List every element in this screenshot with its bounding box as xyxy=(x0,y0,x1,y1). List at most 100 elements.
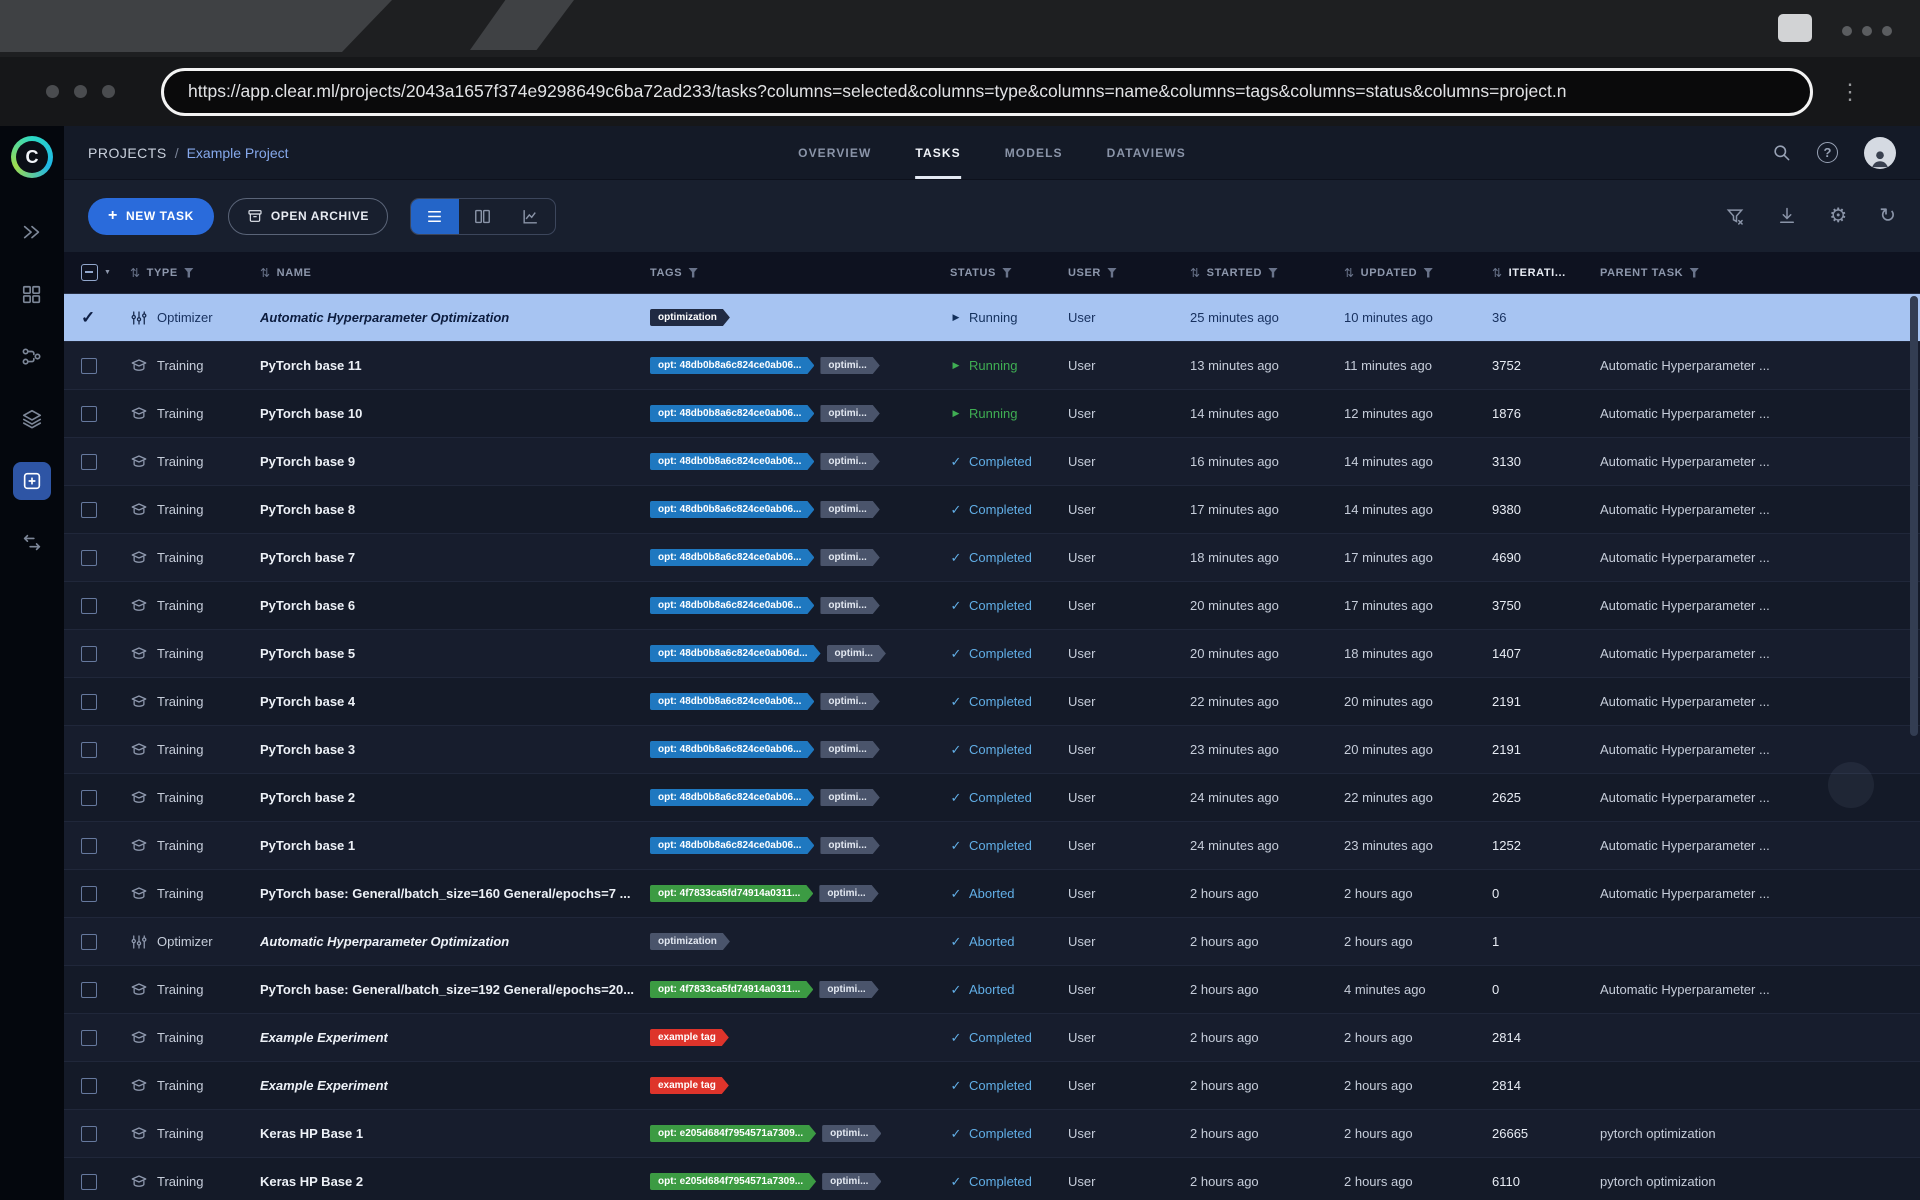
row-checkbox[interactable] xyxy=(81,790,97,806)
task-name-cell[interactable]: Automatic Hyperparameter Optimization xyxy=(260,934,650,949)
scrollbar-thumb[interactable] xyxy=(1910,296,1918,736)
table-row[interactable]: ✓ Training Example Experiment example ta… xyxy=(64,1014,1920,1062)
task-name[interactable]: Automatic Hyperparameter Optimization xyxy=(260,310,509,325)
sidebar-item-orchestration[interactable] xyxy=(13,524,51,562)
help-icon[interactable]: ? xyxy=(1817,142,1838,163)
search-icon[interactable] xyxy=(1772,143,1791,162)
task-name[interactable]: PyTorch base 8 xyxy=(260,502,355,517)
filter-funnel-icon[interactable] xyxy=(688,268,698,278)
table-row[interactable]: ✓ Training PyTorch base 2 opt: 48db0b8a6… xyxy=(64,774,1920,822)
task-name-cell[interactable]: PyTorch base 3 xyxy=(260,742,650,757)
table-view-button[interactable] xyxy=(411,199,459,234)
tab-models[interactable]: MODELS xyxy=(1005,126,1063,179)
download-icon[interactable] xyxy=(1777,206,1797,226)
task-name[interactable]: Example Experiment xyxy=(260,1030,388,1045)
table-row[interactable]: ✓ Training Keras HP Base 2 opt: e205d684… xyxy=(64,1158,1920,1200)
sort-icon[interactable]: ⇅ xyxy=(1190,266,1201,280)
column-header-name[interactable]: ⇅ NAME xyxy=(260,266,650,280)
breadcrumb-current-project[interactable]: Example Project xyxy=(187,145,289,161)
task-name-cell[interactable]: Example Experiment xyxy=(260,1030,650,1045)
task-name-cell[interactable]: PyTorch base 8 xyxy=(260,502,650,517)
table-row[interactable]: ✓ Training PyTorch base 4 opt: 48db0b8a6… xyxy=(64,678,1920,726)
task-name-cell[interactable]: PyTorch base 5 xyxy=(260,646,650,661)
task-name[interactable]: Example Experiment xyxy=(260,1078,388,1093)
column-header-iteration[interactable]: ⇅ ITERATI... xyxy=(1492,266,1600,280)
clear-filters-icon[interactable] xyxy=(1725,206,1745,226)
column-header-updated[interactable]: ⇅ UPDATED xyxy=(1344,266,1492,280)
table-row[interactable]: ✓ Training PyTorch base 6 opt: 48db0b8a6… xyxy=(64,582,1920,630)
filter-funnel-icon[interactable] xyxy=(1423,268,1433,278)
table-row[interactable]: ✓ Training PyTorch base 10 opt: 48db0b8a… xyxy=(64,390,1920,438)
breadcrumb-projects[interactable]: PROJECTS xyxy=(88,145,167,161)
filter-funnel-icon[interactable] xyxy=(1107,268,1117,278)
row-checkbox[interactable] xyxy=(81,982,97,998)
row-checkbox[interactable] xyxy=(81,934,97,950)
row-checkbox[interactable] xyxy=(81,454,97,470)
task-name-cell[interactable]: Example Experiment xyxy=(260,1078,650,1093)
sidebar-item-datasets[interactable] xyxy=(13,276,51,314)
compare-view-button[interactable] xyxy=(507,199,555,234)
tab-tasks[interactable]: TASKS xyxy=(915,126,960,179)
sort-icon[interactable]: ⇅ xyxy=(1492,266,1503,280)
filter-funnel-icon[interactable] xyxy=(1268,268,1278,278)
table-row[interactable]: ✓ Training Keras HP Base 1 opt: e205d684… xyxy=(64,1110,1920,1158)
filter-funnel-icon[interactable] xyxy=(1002,268,1012,278)
task-name[interactable]: PyTorch base 3 xyxy=(260,742,355,757)
row-checkbox[interactable] xyxy=(81,1030,97,1046)
task-name[interactable]: Keras HP Base 2 xyxy=(260,1174,363,1189)
task-name-cell[interactable]: Keras HP Base 2 xyxy=(260,1174,650,1189)
task-name[interactable]: PyTorch base 11 xyxy=(260,358,362,373)
table-row[interactable]: ✓ Optimizer Automatic Hyperparameter Opt… xyxy=(64,918,1920,966)
task-name[interactable]: PyTorch base: General/batch_size=160 Gen… xyxy=(260,886,630,901)
table-row[interactable]: ✓ Training PyTorch base 5 opt: 48db0b8a6… xyxy=(64,630,1920,678)
row-checkbox[interactable] xyxy=(81,694,97,710)
tab-dataviews[interactable]: DATAVIEWS xyxy=(1107,126,1186,179)
task-name[interactable]: PyTorch base 6 xyxy=(260,598,355,613)
row-checkbox[interactable] xyxy=(81,886,97,902)
task-name[interactable]: PyTorch base 10 xyxy=(260,406,362,421)
column-header-parent-task[interactable]: PARENT TASK xyxy=(1600,267,1920,279)
table-row[interactable]: ✓ Training PyTorch base: General/batch_s… xyxy=(64,870,1920,918)
task-name[interactable]: PyTorch base 9 xyxy=(260,454,355,469)
browser-menu-icon[interactable]: ⋮ xyxy=(1839,81,1861,103)
task-name-cell[interactable]: PyTorch base 2 xyxy=(260,790,650,805)
task-name[interactable]: Automatic Hyperparameter Optimization xyxy=(260,934,509,949)
task-name-cell[interactable]: PyTorch base 7 xyxy=(260,550,650,565)
task-name[interactable]: Keras HP Base 1 xyxy=(260,1126,363,1141)
table-row[interactable]: ✓ Training PyTorch base 11 opt: 48db0b8a… xyxy=(64,342,1920,390)
new-task-button[interactable]: + NEW TASK xyxy=(88,198,214,235)
sidebar-item-projects[interactable] xyxy=(13,214,51,252)
column-header-type[interactable]: ⇅ TYPE xyxy=(130,266,260,280)
table-row[interactable]: ✓ Training PyTorch base 8 opt: 48db0b8a6… xyxy=(64,486,1920,534)
task-name[interactable]: PyTorch base 4 xyxy=(260,694,355,709)
row-checkbox[interactable] xyxy=(81,502,97,518)
row-checkbox[interactable] xyxy=(81,646,97,662)
column-header-started[interactable]: ⇅ STARTED xyxy=(1190,266,1344,280)
column-header-status[interactable]: STATUS xyxy=(950,267,1068,279)
table-row[interactable]: ✓ Training Example Experiment example ta… xyxy=(64,1062,1920,1110)
url-bar[interactable]: https://app.clear.ml/projects/2043a1657f… xyxy=(161,68,1813,116)
vertical-scrollbar[interactable] xyxy=(1908,294,1918,1196)
task-name-cell[interactable]: PyTorch base 4 xyxy=(260,694,650,709)
row-checkbox[interactable] xyxy=(81,838,97,854)
task-name-cell[interactable]: PyTorch base: General/batch_size=160 Gen… xyxy=(260,886,650,901)
sort-icon[interactable]: ⇅ xyxy=(130,266,141,280)
task-name-cell[interactable]: Automatic Hyperparameter Optimization xyxy=(260,310,650,325)
sidebar-item-reports[interactable] xyxy=(13,400,51,438)
task-name-cell[interactable]: PyTorch base 10 xyxy=(260,406,650,421)
split-view-button[interactable] xyxy=(459,199,507,234)
settings-gear-icon[interactable]: ⚙ xyxy=(1829,206,1847,226)
sidebar-item-pipelines[interactable] xyxy=(13,338,51,376)
user-avatar[interactable] xyxy=(1864,137,1896,169)
clearml-logo[interactable]: C xyxy=(11,136,53,178)
task-name[interactable]: PyTorch base 1 xyxy=(260,838,355,853)
sidebar-item-applications[interactable] xyxy=(13,462,51,500)
table-row[interactable]: ✓ Training PyTorch base: General/batch_s… xyxy=(64,966,1920,1014)
window-menu-dots-icon[interactable] xyxy=(1842,26,1892,36)
column-header-user[interactable]: USER xyxy=(1068,267,1190,279)
window-control-dots[interactable] xyxy=(46,85,115,98)
task-name[interactable]: PyTorch base: General/batch_size=192 Gen… xyxy=(260,982,634,997)
row-checkbox[interactable] xyxy=(81,1078,97,1094)
row-checkbox[interactable] xyxy=(81,598,97,614)
task-name-cell[interactable]: PyTorch base 1 xyxy=(260,838,650,853)
